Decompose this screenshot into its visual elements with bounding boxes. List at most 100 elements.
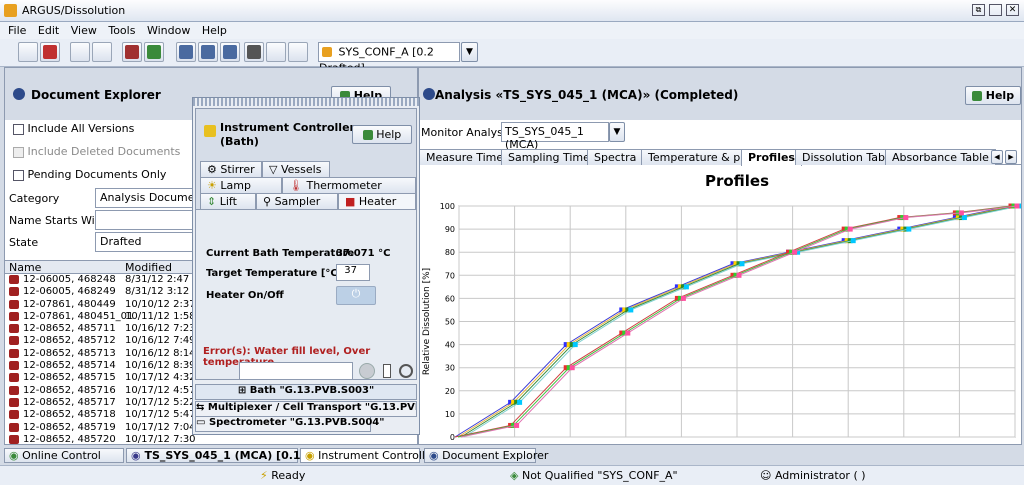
table-row[interactable]: 12-07861, 480449 10/10/12 2:37 P — [5, 299, 195, 311]
bottom-tab-online-control[interactable]: ◉ Online Control — [4, 448, 124, 463]
row-modified: 10/17/12 4:32 P — [125, 372, 195, 384]
print-button[interactable] — [92, 42, 112, 62]
table-row[interactable]: 12-08652, 485714 10/16/12 8:39 P — [5, 360, 195, 372]
table-row[interactable]: 12-06005, 468248 8/31/12 2:47 PM — [5, 274, 195, 286]
device-multiplexer-tab[interactable]: ⇆ Multiplexer / Cell Transport "G.13.PVB… — [195, 401, 417, 417]
vessel-icon: ▽ — [269, 163, 278, 176]
close-icon[interactable]: ✕ — [1006, 4, 1019, 16]
table-row[interactable]: 12-08652, 485720 10/17/12 7:30 P — [5, 434, 195, 444]
row-modified: 10/16/12 8:39 P — [125, 360, 195, 372]
device-icon[interactable] — [383, 364, 391, 378]
tab-scroll-left[interactable]: ◀ — [991, 150, 1003, 164]
menu-file[interactable]: File — [8, 24, 26, 37]
tool-button-2[interactable] — [288, 42, 308, 62]
bottom-tab-document-explorer[interactable]: ◉ Document Explorer — [424, 448, 548, 463]
menu-edit[interactable]: Edit — [38, 24, 59, 37]
restore-icon[interactable]: ⧉ — [972, 4, 985, 16]
calculator-button[interactable] — [244, 42, 264, 62]
row-modified: 10/17/12 5:47 P — [125, 409, 195, 421]
document-icon — [9, 348, 19, 358]
view-button-1[interactable] — [176, 42, 196, 62]
table-row[interactable]: 12-06005, 468249 8/31/12 3:12 PM — [5, 286, 195, 298]
view-button-3[interactable] — [220, 42, 240, 62]
monitor-dropdown-button[interactable]: ▼ — [609, 122, 625, 142]
tab-vessels[interactable]: ▽ Vessels — [262, 161, 330, 177]
device-bath-tab[interactable]: ⊞ Bath "G.13.PVB.S003" — [195, 384, 417, 400]
table-row[interactable]: 12-08652, 485718 10/17/12 5:47 P — [5, 409, 195, 421]
save-button[interactable] — [70, 42, 90, 62]
data-point — [572, 342, 578, 348]
table-row[interactable]: 12-08652, 485717 10/17/12 5:22 P — [5, 397, 195, 409]
state-select[interactable]: Drafted — [95, 232, 195, 252]
window-icon — [179, 45, 193, 59]
include-deleted-checkbox[interactable]: Include Deleted Documents — [13, 145, 180, 158]
data-point — [625, 330, 631, 336]
table-row[interactable]: 12-08652, 485713 10/16/12 8:14 P — [5, 348, 195, 360]
category-select[interactable]: Analysis Documen — [95, 188, 195, 208]
document-icon — [9, 422, 19, 432]
state-label: State — [9, 236, 39, 249]
heater-toggle-button[interactable]: ⏻ — [336, 286, 376, 305]
status-input — [239, 362, 353, 380]
col-name[interactable]: Name — [9, 261, 41, 274]
tool-button-1[interactable] — [266, 42, 286, 62]
tab-profiles[interactable]: Profiles — [741, 149, 802, 166]
analysis-help-button[interactable]: Help — [965, 86, 1021, 105]
tab-temperature-ph[interactable]: Temperature & pH — [641, 149, 756, 165]
table-row[interactable]: 12-08652, 485715 10/17/12 4:32 P — [5, 372, 195, 384]
pending-only-checkbox[interactable]: Pending Documents Only — [13, 168, 166, 181]
config-select[interactable]: SYS_CONF_A [0.2 Drafted] — [318, 42, 460, 75]
tab-thermometer[interactable]: 🌡 Thermometer — [282, 177, 416, 193]
settings-icon[interactable] — [399, 364, 413, 378]
data-point — [628, 307, 634, 313]
config-dropdown-button[interactable]: ▼ — [461, 42, 478, 62]
view-button-2[interactable] — [198, 42, 218, 62]
edit-button[interactable] — [122, 42, 142, 62]
data-point — [1014, 203, 1020, 209]
menu-window[interactable]: Window — [147, 24, 190, 37]
heater-icon: ■ — [345, 195, 356, 208]
menu-help[interactable]: Help — [202, 24, 227, 37]
monitor-select[interactable]: TS_SYS_045_1 (MCA) — [501, 122, 609, 151]
name-starts-input[interactable] — [95, 210, 195, 230]
tab-lamp[interactable]: ☀ Lamp — [200, 177, 282, 193]
table-row[interactable]: 12-08652, 485719 10/17/12 7:04 P — [5, 422, 195, 434]
target-temp-stepper[interactable]: 37 — [336, 264, 370, 281]
document-icon — [9, 311, 19, 321]
data-point — [906, 226, 912, 232]
document-icon — [147, 45, 161, 59]
include-all-versions-checkbox[interactable]: Include All Versions — [13, 122, 134, 135]
tab-absorbance-table[interactable]: Absorbance Table — [885, 149, 996, 165]
row-name: 12-08652, 485717 — [23, 396, 116, 408]
bath-icon: ⊞ — [237, 385, 247, 396]
row-name: 12-08652, 485719 — [23, 421, 116, 433]
col-modified[interactable]: Modified — [125, 261, 172, 274]
bottom-tab-analysis[interactable]: ◉ TS_SYS_045_1 (MCA) [0.1 Drafted] — [126, 448, 357, 463]
table-row[interactable]: 12-08652, 485712 10/16/12 7:49 P — [5, 335, 195, 347]
analysis-title: Analysis «TS_SYS_045_1 (MCA)» (Completed… — [435, 88, 739, 102]
qualification-icon: ◈ — [510, 469, 519, 482]
instrument-help-button[interactable]: Help — [352, 125, 412, 144]
new-document-button[interactable] — [18, 42, 38, 62]
table-row[interactable]: 12-07861, 480451_0110/11/12 1:58 P — [5, 311, 195, 323]
device-spectrometer-tab[interactable]: ▭ Spectrometer "G.13.PVB.S004" — [195, 416, 384, 432]
tab-spectra[interactable]: Spectra — [587, 149, 644, 165]
record-icon[interactable] — [359, 363, 375, 379]
exit-button[interactable] — [40, 42, 60, 62]
table-row[interactable]: 12-08652, 485711 10/16/12 7:23 P — [5, 323, 195, 335]
tab-stirrer[interactable]: ⚙ Stirrer — [200, 161, 262, 177]
tab-scroll-right[interactable]: ▶ — [1005, 150, 1017, 164]
maximize-icon[interactable] — [989, 4, 1002, 16]
tab-lift[interactable]: ⇕ Lift — [200, 193, 256, 209]
row-name: 12-08652, 485720 — [23, 433, 116, 444]
instrument-drag-bar[interactable] — [193, 98, 419, 106]
tab-sampler[interactable]: ⚲ Sampler — [256, 193, 338, 209]
document-icon — [9, 410, 19, 420]
tab-heater[interactable]: ■ Heater — [338, 193, 416, 210]
menu-tools[interactable]: Tools — [108, 24, 135, 37]
table-row[interactable]: 12-08652, 485716 10/17/12 4:57 P — [5, 385, 195, 397]
sign-button[interactable] — [144, 42, 164, 62]
menu-view[interactable]: View — [71, 24, 97, 37]
bottom-tab-instrument-controller[interactable]: ◉ Instrument Controller — [300, 448, 436, 463]
y-tick-label: 40 — [445, 341, 455, 350]
